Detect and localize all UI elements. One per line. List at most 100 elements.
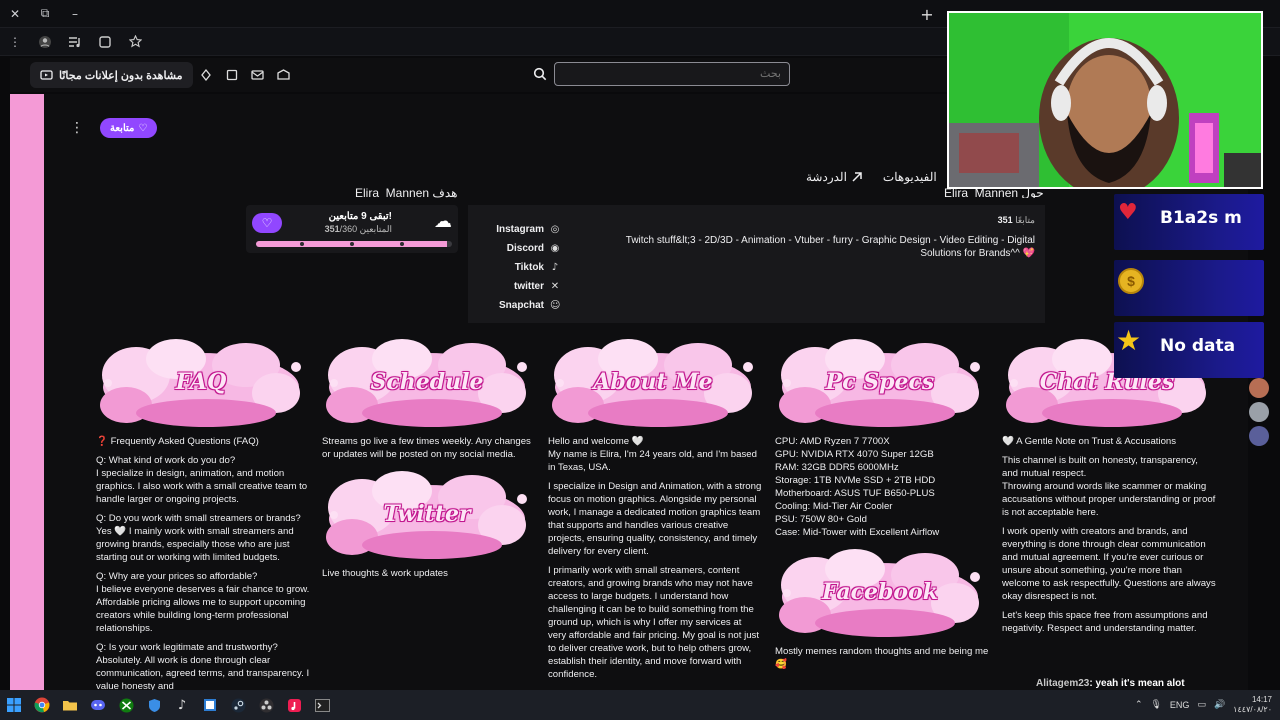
overlay-latest-donation: $ [1114, 260, 1264, 316]
social-link-instagram[interactable]: Instagram ◎ [496, 223, 560, 235]
chat-rules-text: 🤍 A Gentle Note on Trust & Accusations T… [1002, 435, 1216, 635]
screen: ✕ ⧉ – + ⋮ مشاهدة بدون إعلانات مجانًا بحث… [0, 0, 1280, 720]
panel-banner-title: Schedule [370, 369, 484, 395]
security-shield-icon[interactable] [140, 690, 168, 720]
twitter-text: Live thoughts & work updates [322, 567, 536, 580]
schedule-line: Streams go live a few times weekly. Any … [322, 436, 531, 460]
panel-banner-about-me[interactable]: About Me [548, 335, 758, 431]
tiktok-live-icon[interactable] [280, 690, 308, 720]
more-options-icon[interactable]: ⋮ [70, 120, 84, 136]
file-explorer-icon[interactable] [56, 690, 84, 720]
overlay-latest-sub: ★ No data [1114, 322, 1264, 378]
tab-chat-label: الدردشة [806, 170, 847, 184]
channel-avatar[interactable] [1249, 426, 1269, 446]
channel-actions: ⋮ متابعة ♡ [70, 118, 158, 138]
channel-avatar[interactable] [1249, 402, 1269, 422]
panel-banner-pc-specs[interactable]: Pc Specs [775, 335, 985, 431]
about-me-line: Hello and welcome 🤍 My name is Elira, I'… [548, 436, 757, 473]
language-indicator[interactable]: ENG [1170, 700, 1190, 710]
panel-banner-title: Facebook [821, 579, 939, 605]
new-tab-button[interactable]: + [916, 4, 938, 24]
tab-videos[interactable]: الفيديوهات [883, 170, 937, 184]
webcam-overlay [947, 11, 1263, 189]
extensions-icon[interactable] [90, 28, 120, 56]
close-window-icon[interactable]: ✕ [0, 0, 30, 28]
app-window-icon[interactable] [196, 690, 224, 720]
cloud-shape [588, 399, 728, 427]
social-link-snapchat[interactable]: Snapchat ☺ [496, 299, 560, 311]
cloud-hearts-icon: ☁ [434, 211, 452, 232]
panel-schedule: Schedule Streams go live a few times wee… [322, 335, 536, 586]
menu-icon[interactable]: ⋮ [0, 28, 30, 56]
follower-goal-card[interactable]: ♡ تبقى 9 متابعين! 351/360 المتابعين ☁ [246, 205, 458, 253]
notifications-icon[interactable] [271, 62, 297, 88]
channel-avatar[interactable] [1249, 378, 1269, 398]
tv-icon [40, 69, 53, 80]
followers-number: 351 [997, 215, 1013, 225]
chevron-up-icon[interactable]: ⌃ [1135, 700, 1143, 710]
obs-icon[interactable] [252, 690, 280, 720]
star-icon: ★ [1116, 324, 1142, 357]
goal-section-title: Elira_Mannen هدف [355, 186, 458, 198]
windows-start-icon[interactable] [0, 690, 28, 720]
social-link-tiktok[interactable]: Tiktok ♪ [496, 261, 560, 273]
panel-banner-faq[interactable]: FAQ [96, 335, 306, 431]
goal-progress-bar [256, 241, 452, 247]
tiktok-taskbar-icon[interactable]: ♪ [168, 690, 196, 720]
panel-banner-facebook[interactable]: Facebook [775, 545, 985, 641]
profile-icon[interactable] [30, 28, 60, 56]
panel-banner-schedule[interactable]: Schedule [322, 335, 532, 431]
social-label: Instagram [496, 223, 544, 235]
media-controls-icon[interactable] [60, 28, 90, 56]
chat-rules-line: Let's keep this space free from assumpti… [1002, 610, 1208, 634]
chat-username: Alitagem23 [1036, 678, 1090, 689]
minimize-icon[interactable]: – [60, 0, 90, 28]
chat-overlay-message: Alitagem23: yeah it's mean alot [1036, 678, 1185, 689]
panel-banner-title: Twitter [383, 501, 471, 527]
tab-search-icon[interactable]: ⧉ [30, 0, 60, 28]
panel-banner-twitter[interactable]: Twitter [322, 467, 532, 563]
discord-taskbar-icon[interactable] [84, 690, 112, 720]
whispers-icon[interactable] [219, 62, 245, 88]
xbox-icon[interactable] [112, 690, 140, 720]
ad-free-promo-button[interactable]: مشاهدة بدون إعلانات مجانًا [30, 62, 193, 88]
search-input[interactable] [554, 62, 790, 86]
promo-label: مشاهدة بدون إعلانات مجانًا [59, 69, 183, 82]
steam-icon[interactable] [224, 690, 252, 720]
chat-message: : yeah it's mean alot [1089, 678, 1185, 689]
terminal-icon[interactable] [308, 690, 336, 720]
social-links: Instagram ◎ Discord ◉ Tiktok ♪ twitter ✕ Sna… [496, 223, 560, 311]
overlay-follower-name: B1a2s m [1160, 208, 1242, 228]
goal-heart-icon[interactable]: ♡ [252, 213, 282, 233]
chat-rules-line: I work openly with creators and brands, … [1002, 526, 1216, 602]
snapchat-icon: ☺ [550, 299, 561, 311]
cloud-shape [362, 531, 502, 559]
faq-line: ❓ Frequently Asked Questions (FAQ) [96, 436, 259, 447]
facebook-text: Mostly memes random thoughts and me bein… [775, 645, 989, 671]
followers-count: متابعًا 351 [998, 215, 1035, 226]
social-link-twitter[interactable]: twitter ✕ [496, 280, 560, 292]
volume-icon[interactable]: 🔊 [1214, 700, 1225, 710]
inbox-icon[interactable] [245, 62, 271, 88]
chrome-icon[interactable] [28, 690, 56, 720]
microphone-icon[interactable]: 🎙 [1150, 700, 1161, 710]
about-me-text: Hello and welcome 🤍 My name is Elira, I'… [548, 435, 762, 681]
clock[interactable]: 14:17 ١٤٤٧/٠٨/٢٠ [1233, 695, 1272, 715]
popout-arrow-icon [852, 172, 862, 182]
goal-subtitle: 351/360 المتابعين [325, 224, 392, 235]
search-bar [528, 62, 790, 86]
goal-count: 351 [324, 224, 340, 234]
display-icon[interactable]: ▭ [1197, 700, 1206, 710]
coin-icon: $ [1118, 268, 1144, 294]
social-link-discord[interactable]: Discord ◉ [496, 242, 560, 254]
search-icon[interactable] [528, 62, 552, 86]
chat-rules-line: This channel is built on honesty, transp… [1002, 455, 1216, 518]
bookmark-star-icon[interactable] [120, 28, 150, 56]
tab-videos-label: الفيديوهات [882, 170, 937, 184]
facebook-line: Mostly memes random thoughts and me bein… [775, 646, 989, 670]
prime-crown-icon[interactable] [193, 62, 219, 88]
tab-chat[interactable]: الدردشة [806, 170, 863, 184]
faq-line: Q: What kind of work do you do? I specia… [96, 455, 308, 505]
follow-button[interactable]: متابعة ♡ [100, 118, 158, 138]
panel-banner-title: FAQ [175, 369, 227, 395]
